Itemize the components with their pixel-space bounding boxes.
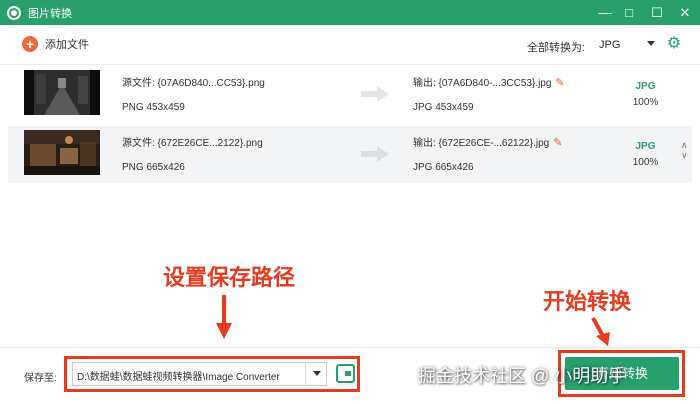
maximize-icon[interactable]: ☐ (644, 0, 670, 25)
annotation-start: 开始转换 (543, 289, 632, 314)
output-file-label: 输出: {672E26CE-...62122}.jpg (413, 138, 550, 149)
source-file-name: 源文件: {672E26CE...2122}.png (122, 138, 263, 149)
format-select[interactable]: JPG (591, 34, 657, 56)
pencil-icon[interactable]: ✎ (555, 77, 564, 89)
output-format-badge[interactable]: JPG (628, 81, 663, 92)
source-file-name: 源文件: {07A6D840...CC53}.png (122, 78, 265, 89)
output-quality: 100% (632, 157, 659, 168)
minimize-icon[interactable]: — (592, 0, 618, 25)
add-file-label: 添加文件 (45, 39, 89, 51)
convert-all-label: 全部转换为: (527, 42, 586, 54)
highlight-box (64, 356, 360, 392)
title-bar: 图片转换 — □ ☐ ✕ (0, 0, 700, 25)
window-title: 图片转换 (28, 7, 72, 20)
output-file-name: 输出: {672E26CE-...62122}.jpg ✎ (413, 134, 562, 149)
annotation-set-path: 设置保存路径 (163, 265, 296, 290)
output-file-info: JPG 665x426 (413, 162, 474, 173)
plus-icon: + (22, 36, 38, 52)
output-format-badge[interactable]: JPG (628, 141, 663, 152)
annotation-arrow-icon (216, 295, 232, 339)
annotation-arrow-icon (591, 317, 610, 346)
chevron-down-icon[interactable]: ∨ (681, 150, 688, 161)
format-select-value: JPG (599, 39, 621, 51)
output-file-name: 输出: {07A6D840-...3CC53}.jpg ✎ (413, 74, 565, 89)
close-icon[interactable]: ✕ (672, 0, 698, 25)
file-thumbnail (24, 130, 100, 175)
toolbar: + 添加文件 全部转换为: JPG ⚙ (0, 25, 700, 65)
save-to-label: 保存至: (24, 373, 57, 384)
chevron-down-icon (647, 41, 655, 46)
pencil-icon[interactable]: ✎ (553, 137, 562, 149)
file-thumbnail (24, 70, 100, 115)
output-file-label: 输出: {07A6D840-...3CC53}.jpg (413, 78, 552, 89)
source-file-info: PNG 453x459 (122, 102, 185, 113)
output-file-info: JPG 453x459 (413, 102, 474, 113)
add-file-button[interactable]: + 添加文件 (22, 36, 89, 52)
watermark: 掘金技术社区 @ 小明助手 (418, 366, 627, 386)
arrow-right-icon (361, 146, 389, 162)
file-list: 源文件: {07A6D840...CC53}.png PNG 453x459 输… (0, 66, 700, 346)
arrow-right-icon (361, 86, 389, 102)
gear-icon[interactable]: ⚙ (666, 36, 682, 52)
file-row[interactable]: 源文件: {07A6D840...CC53}.png PNG 453x459 输… (8, 66, 692, 123)
source-file-info: PNG 665x426 (122, 162, 185, 173)
output-quality: 100% (632, 97, 659, 108)
file-row[interactable]: 源文件: {672E26CE...2122}.png PNG 665x426 输… (8, 126, 692, 183)
app-icon (7, 5, 21, 20)
restore-icon[interactable]: □ (616, 0, 642, 25)
